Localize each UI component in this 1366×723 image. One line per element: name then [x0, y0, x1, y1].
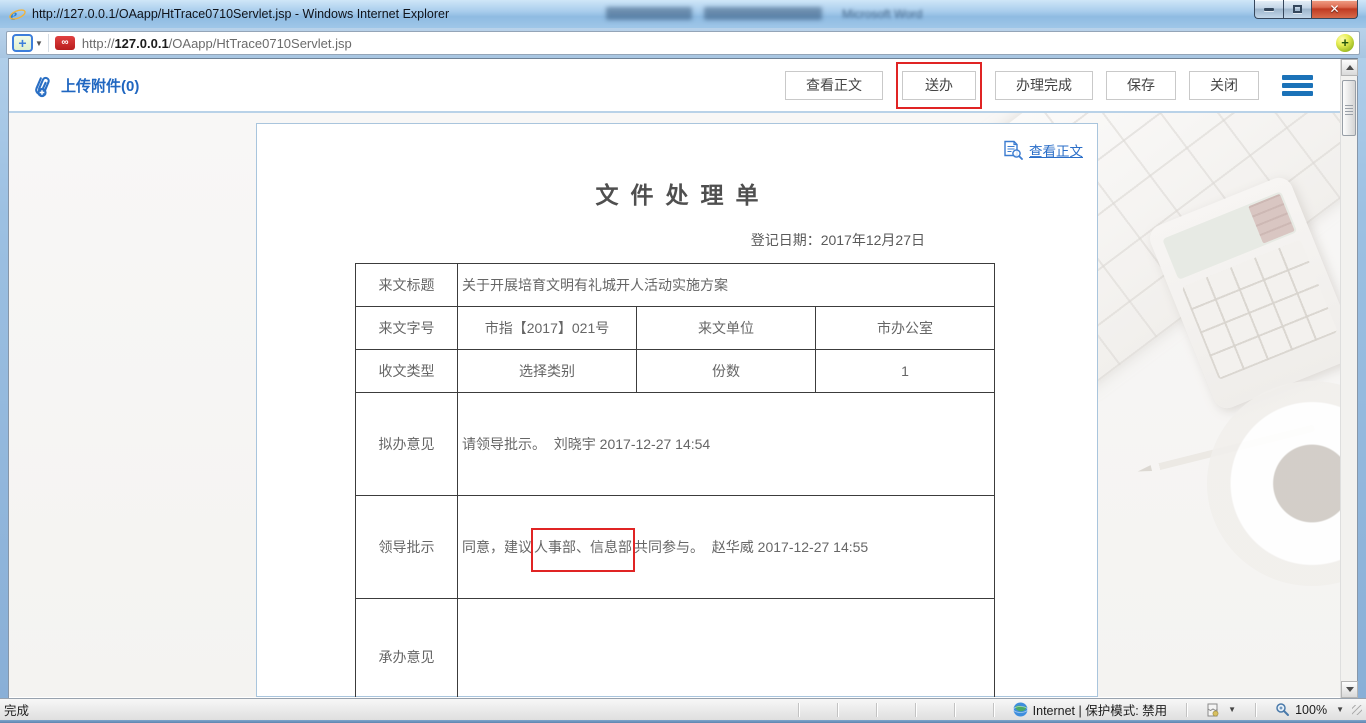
toolbar-buttons: 查看正文 送办 办理完成 保存 关闭	[785, 62, 1343, 109]
close-button[interactable]: ✕	[1312, 0, 1358, 19]
url-text[interactable]: http://127.0.0.1/OAapp/HtTrace0710Servle…	[82, 36, 352, 51]
row-label: 领导批示	[356, 496, 458, 599]
address-bar: + ▼ ∞ http://127.0.0.1/OAapp/HtTrace0710…	[0, 28, 1366, 58]
copies-cell: 1	[816, 350, 995, 393]
table-row: 领导批示 同意，建议人事部、信息部共同参与。 赵华威 2017-12-27 14…	[356, 496, 995, 599]
globe-icon	[1013, 702, 1028, 717]
browser-viewport: 上传附件(0) 查看正文 送办 办理完成 保存 关闭	[8, 58, 1358, 698]
compatibility-view-control[interactable]: ▼	[1206, 703, 1236, 717]
view-body-button[interactable]: 查看正文	[785, 71, 883, 100]
page-toolbar: 上传附件(0) 查看正文 送办 办理完成 保存 关闭	[9, 59, 1357, 113]
security-zone: Internet | 保护模式: 禁用	[1013, 700, 1168, 719]
minimize-icon	[1264, 8, 1274, 11]
chevron-down-icon: ▼	[1336, 705, 1344, 714]
doc-type-cell: 选择类别	[458, 350, 637, 393]
new-tab-button[interactable]: +	[12, 34, 33, 52]
scrollbar-thumb[interactable]	[1342, 80, 1356, 136]
go-button[interactable]: +	[1336, 34, 1354, 52]
document-table: 来文标题 关于开展培育文明有礼城开人活动实施方案 来文字号 市指【2017】02…	[355, 263, 995, 697]
window-title: http://127.0.0.1/OAapp/HtTrace0710Servle…	[32, 7, 449, 21]
zoom-level: 100%	[1295, 703, 1327, 717]
upload-attachment-link[interactable]: 上传附件(0)	[31, 72, 139, 98]
row-label: 来文单位	[637, 307, 816, 350]
zone-text: Internet | 保护模式: 禁用	[1033, 700, 1168, 719]
resize-grip[interactable]	[1352, 705, 1362, 715]
row-label: 来文字号	[356, 307, 458, 350]
status-text: 完成	[4, 700, 29, 719]
compatibility-page-icon	[1206, 703, 1219, 717]
document-search-icon	[1003, 140, 1024, 160]
page-title: 文件处理单	[257, 176, 1097, 210]
paperclip-icon	[31, 72, 55, 98]
annotation-box-highlight: 人事部、信息部	[531, 528, 635, 572]
maximize-button[interactable]	[1283, 0, 1312, 19]
scroll-up-button[interactable]	[1341, 59, 1358, 76]
row-label: 承办意见	[356, 599, 458, 698]
window-titlebar: e http://127.0.0.1/OAapp/HtTrace0710Serv…	[0, 0, 1366, 28]
row-label: 收文类型	[356, 350, 458, 393]
address-field[interactable]: + ▼ ∞ http://127.0.0.1/OAapp/HtTrace0710…	[6, 31, 1360, 55]
leader-instruction-cell: 同意，建议人事部、信息部共同参与。 赵华威 2017-12-27 14:55	[458, 496, 995, 599]
chevron-down-icon[interactable]: ▼	[35, 39, 43, 48]
row-label: 拟办意见	[356, 393, 458, 496]
chevron-down-icon: ▼	[1228, 705, 1236, 714]
table-row: 拟办意见 请领导批示。 刘晓宇 2017-12-27 14:54	[356, 393, 995, 496]
status-bar: 完成 Internet | 保护模式: 禁用 ▼ 100% ▼	[0, 698, 1366, 720]
scroll-down-button[interactable]	[1341, 681, 1358, 698]
internet-explorer-icon: e	[9, 6, 26, 23]
zoom-magnifier-icon	[1275, 702, 1290, 717]
maximize-icon	[1293, 5, 1302, 13]
site-favicon: ∞	[55, 36, 75, 50]
proposed-opinion-cell: 请领导批示。 刘晓宇 2017-12-27 14:54	[458, 393, 995, 496]
close-page-button[interactable]: 关闭	[1189, 71, 1259, 100]
zoom-control[interactable]: 100% ▼	[1275, 702, 1344, 717]
minimize-button[interactable]	[1254, 0, 1283, 19]
background-cup-image	[1207, 381, 1357, 586]
doc-number-cell: 市指【2017】021号	[458, 307, 637, 350]
vertical-scrollbar[interactable]	[1340, 59, 1357, 698]
window-controls: ✕	[1254, 0, 1358, 19]
registration-date: 登记日期：2017年12月27日	[257, 230, 925, 250]
view-body-link-label: 查看正文	[1029, 140, 1083, 160]
table-row: 来文字号 市指【2017】021号 来文单位 市办公室	[356, 307, 995, 350]
page-content: 查看正文 文件处理单 登记日期：2017年12月27日 来文标题 关于开展培育文…	[9, 113, 1357, 697]
save-button[interactable]: 保存	[1106, 71, 1176, 100]
table-row: 来文标题 关于开展培育文明有礼城开人活动实施方案	[356, 264, 995, 307]
arrow-up-icon	[1346, 61, 1354, 70]
incoming-title-cell: 关于开展培育文明有礼城开人活动实施方案	[458, 264, 995, 307]
table-row: 收文类型 选择类别 份数 1	[356, 350, 995, 393]
row-label: 份数	[637, 350, 816, 393]
background-window-ghost	[606, 7, 692, 20]
complete-button[interactable]: 办理完成	[995, 71, 1093, 100]
menu-icon[interactable]	[1282, 75, 1313, 96]
document-sheet: 查看正文 文件处理单 登记日期：2017年12月27日 来文标题 关于开展培育文…	[256, 123, 1098, 697]
upload-attachment-label: 上传附件(0)	[61, 75, 139, 96]
arrow-down-icon	[1346, 687, 1354, 696]
divider	[48, 34, 49, 52]
background-window-ghost-text: Microsoft Word	[842, 7, 922, 21]
view-body-link[interactable]: 查看正文	[1003, 140, 1083, 160]
source-unit-cell: 市办公室	[816, 307, 995, 350]
send-process-button[interactable]: 送办	[902, 71, 976, 100]
undertake-opinion-cell	[458, 599, 995, 698]
background-window-ghost	[704, 7, 822, 20]
annotation-box-songban: 送办	[896, 62, 982, 109]
row-label: 来文标题	[356, 264, 458, 307]
scrollbar-grip	[1345, 105, 1353, 115]
table-row: 承办意见	[356, 599, 995, 698]
